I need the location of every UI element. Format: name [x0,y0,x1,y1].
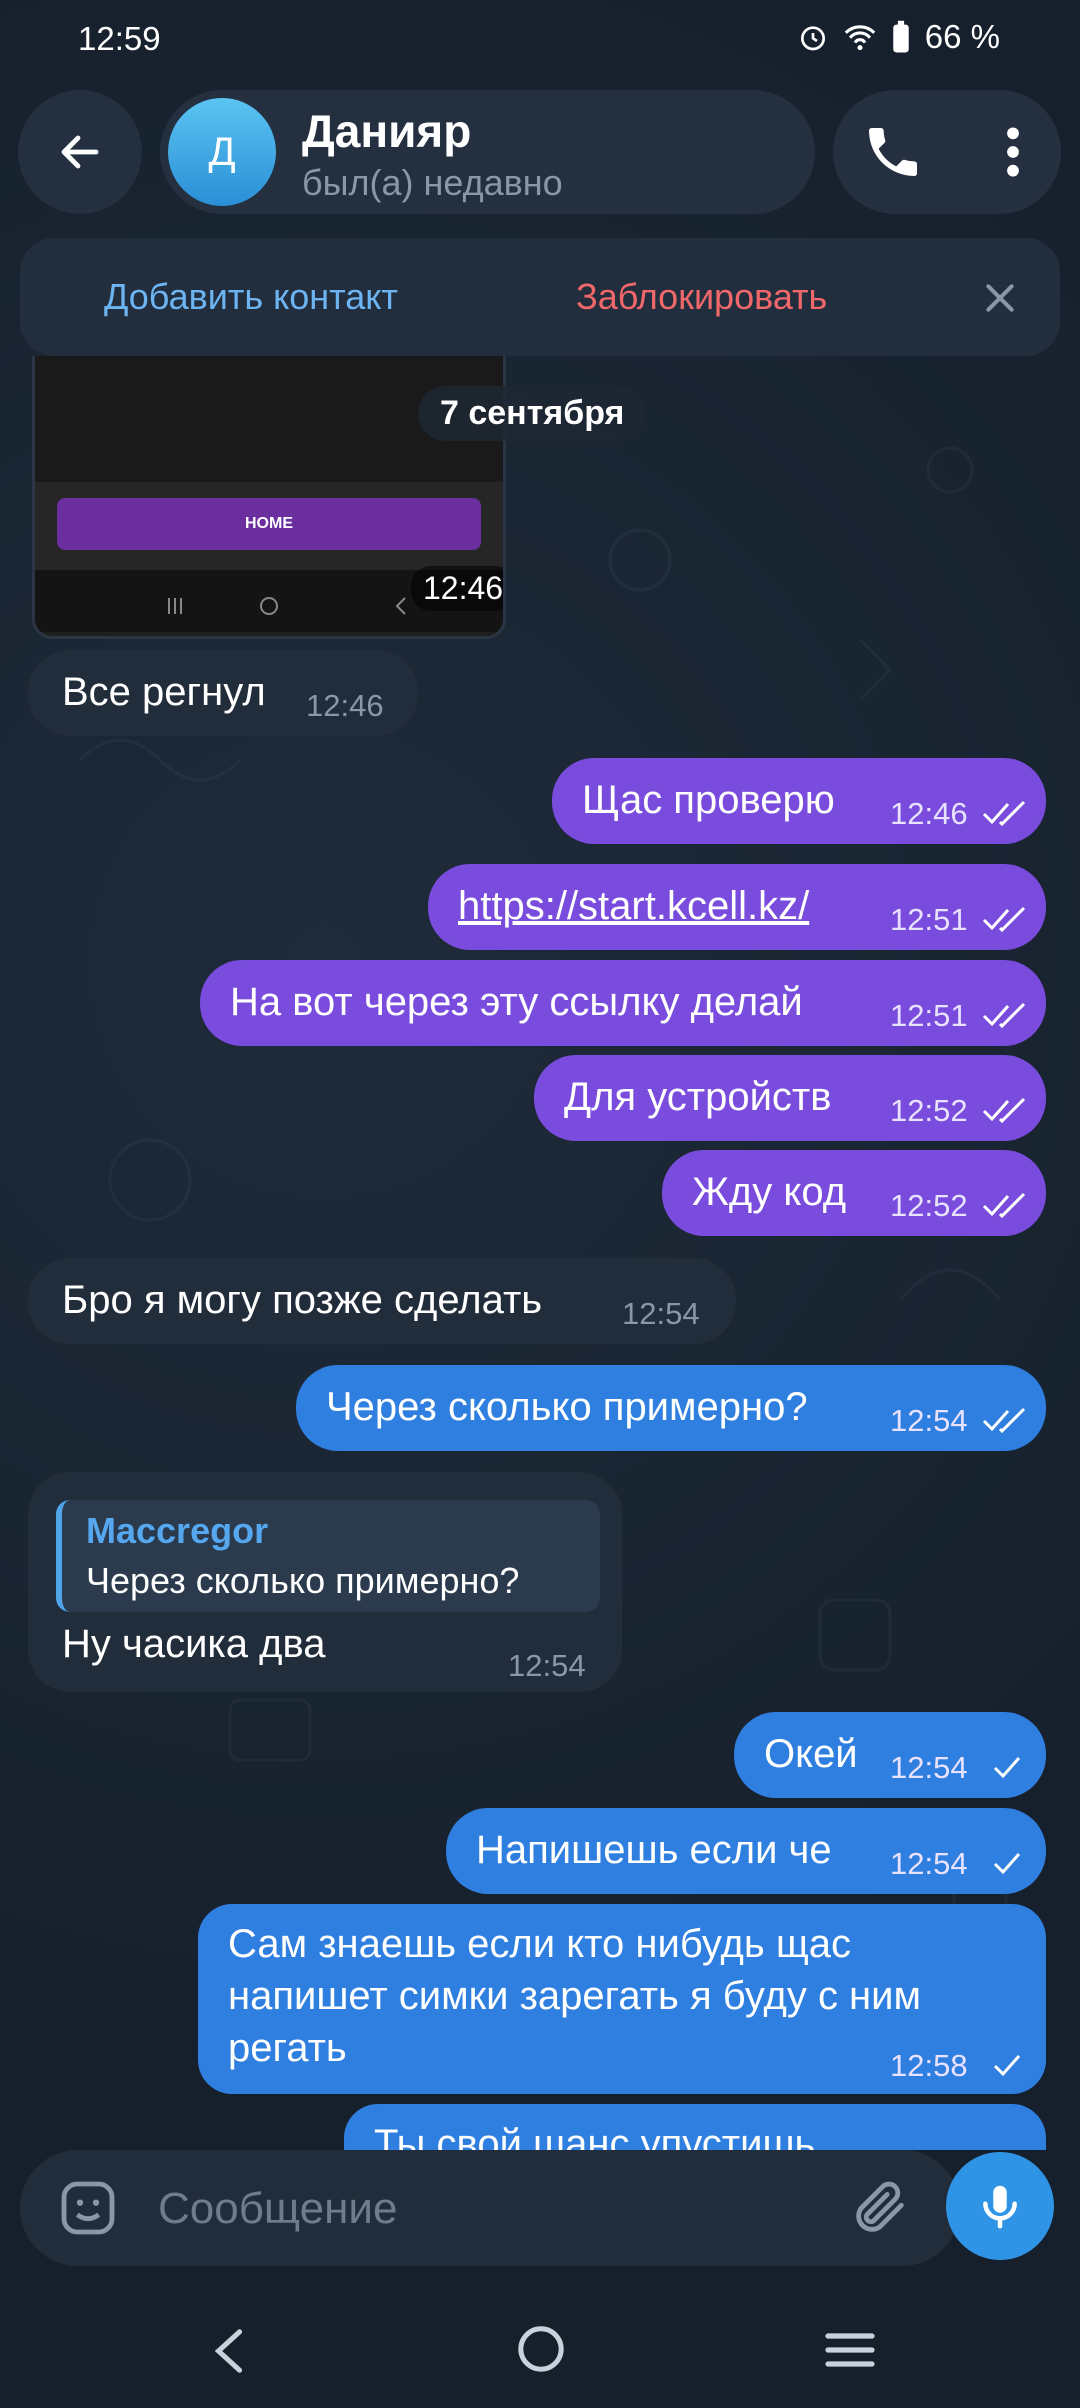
battery-level: 66 % [924,18,1000,55]
alarm-icon [800,26,825,51]
reply-text: Через сколько примерно? [86,1560,520,1601]
reply-author: Maccregor [86,1510,269,1551]
close-icon[interactable] [980,278,1020,318]
check-icon [993,2055,1021,2077]
message-time: 12:52 [890,1093,968,1128]
message-incoming-reply[interactable]: Maccregor Через сколько примерно? Ну час… [28,1472,622,1692]
avatar: Д [168,98,276,206]
reply-quote[interactable]: Maccregor Через сколько примерно? [56,1500,600,1612]
double-check-icon [982,1407,1026,1433]
battery-icon [893,20,909,53]
message-incoming[interactable]: Все регнул 12:46 [28,650,418,736]
system-nav-bar [0,2290,1080,2408]
message-outgoing-partial[interactable]: Ты свой шанс упустишь [344,2104,1046,2150]
message-time: 12:54 [622,1296,700,1331]
message-time: 12:52 [890,1188,968,1223]
message-time: 12:51 [890,998,968,1033]
paperclip-icon[interactable] [848,2176,912,2240]
nav-recents-icon[interactable] [824,2330,876,2370]
image-home-button: HOME [57,498,481,550]
double-check-icon [982,1097,1026,1123]
contact-status: был(а) недавно [302,162,563,203]
message-time: 12:46 [890,796,968,831]
contact-name: Данияр [302,105,472,157]
wifi-icon [844,25,876,51]
status-bar: 12:59 66 % [0,0,1080,80]
check-icon [993,1853,1021,1875]
message-time: 12:54 [508,1648,586,1683]
date-separator: 7 сентября [418,386,647,441]
message-time: 12:51 [890,902,968,937]
microphone-icon [983,2185,1017,2229]
message-time: 12:46 [411,566,503,611]
message-input[interactable]: Сообщение [158,2184,397,2234]
nav-home-icon[interactable] [516,2324,566,2374]
message-link[interactable]: https://start.kcell.kz/ [458,884,809,929]
message-outgoing[interactable]: Сам знаешь если кто нибудь щас напишет с… [198,1904,1046,2094]
more-vertical-icon[interactable] [981,120,1045,184]
message-outgoing[interactable]: Для устройств 12:52 [534,1055,1046,1141]
double-check-icon [982,906,1026,932]
double-check-icon [982,800,1026,826]
message-time: 12:54 [890,1403,968,1438]
sticker-icon[interactable] [56,2176,120,2240]
double-check-icon [982,1002,1026,1028]
message-composer: Сообщение [20,2150,960,2266]
message-outgoing[interactable]: На вот через эту ссылку делай 12:51 [200,960,1046,1046]
arrow-left-icon [61,135,99,169]
message-outgoing[interactable]: Щас проверю 12:46 [552,758,1046,844]
phone-icon[interactable] [861,120,925,184]
double-check-icon [982,1192,1026,1218]
message-time: 12:46 [306,688,384,723]
block-button[interactable]: Заблокировать [576,276,827,318]
message-outgoing[interactable]: Окей 12:54 [734,1712,1046,1798]
message-outgoing[interactable]: Напишешь если че 12:54 [446,1808,1046,1894]
message-outgoing[interactable]: Через сколько примерно? 12:54 [296,1365,1046,1451]
status-time: 12:59 [78,20,161,57]
chat-profile[interactable]: Д Данияр был(а) недавно [160,90,815,214]
microphone-button[interactable] [946,2152,1054,2260]
contact-action-bar: Добавить контакт Заблокировать [20,238,1060,356]
header-actions [833,90,1061,214]
add-contact-button[interactable]: Добавить контакт [104,276,398,318]
status-icons: 66 % [797,18,1000,56]
message-outgoing[interactable]: https://start.kcell.kz/ 12:51 [428,864,1046,950]
message-time: 12:54 [890,1750,968,1785]
check-icon [993,1757,1021,1779]
message-time: 12:58 [890,2048,968,2083]
nav-back-icon[interactable] [208,2326,252,2376]
message-incoming[interactable]: Бро я могу позже сделать 12:54 [28,1258,736,1344]
back-button[interactable] [18,90,142,214]
message-outgoing[interactable]: Жду код 12:52 [662,1150,1046,1236]
message-time: 12:54 [890,1846,968,1881]
